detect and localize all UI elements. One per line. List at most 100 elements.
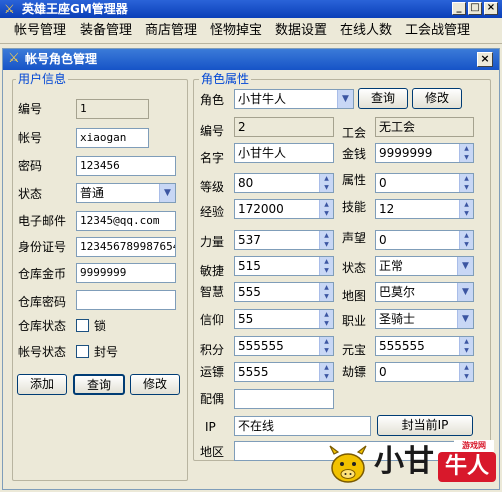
agility-label: 敏捷 — [200, 264, 225, 278]
role-query-button[interactable]: 查询 — [358, 88, 408, 109]
attribute-value: 0 — [379, 176, 387, 190]
spin-arrows-icon[interactable]: ▲ ▼ — [319, 174, 333, 192]
menu-equipment[interactable]: 装备管理 — [80, 23, 132, 39]
spin-arrows-icon[interactable]: ▲ ▼ — [319, 310, 333, 328]
guild-field: 无工会 — [375, 117, 474, 137]
spin-arrows-icon[interactable]: ▲ ▼ — [319, 337, 333, 355]
spin-arrows-icon[interactable]: ▲ ▼ — [459, 144, 473, 162]
menu-account[interactable]: 帐号管理 — [14, 23, 66, 39]
watermark-text-1: 小甘 — [374, 444, 434, 479]
spin-arrows-icon[interactable]: ▲ ▼ — [319, 363, 333, 381]
account-ban-checkbox[interactable] — [76, 345, 89, 358]
child-titlebar: ⚔ 帐号角色管理 × — [3, 49, 499, 70]
bank-gold-label: 仓库金币 — [18, 267, 67, 281]
map-select[interactable]: 巴莫尔 ▼ — [375, 282, 474, 302]
idcard-input[interactable]: 123456789987654321 — [76, 237, 176, 257]
exp-spinner[interactable]: 172000 ▲ ▼ — [234, 199, 334, 219]
map-label: 地图 — [342, 289, 367, 303]
strength-spinner[interactable]: 537 ▲ ▼ — [234, 230, 334, 250]
child-close-button[interactable]: × — [477, 52, 493, 67]
email-label: 电子邮件 — [18, 214, 67, 228]
chevron-down-icon[interactable]: ▼ — [457, 257, 473, 275]
bank-state-label: 仓库状态 — [18, 319, 67, 333]
skill-spinner[interactable]: 12 ▲ ▼ — [375, 199, 474, 219]
chevron-down-icon[interactable]: ▼ — [159, 184, 175, 202]
user-info-legend: 用户信息 — [16, 72, 69, 86]
skill-value: 12 — [379, 202, 395, 216]
user-modify-button[interactable]: 修改 — [130, 374, 180, 395]
spin-arrows-icon[interactable]: ▲ ▼ — [319, 283, 333, 301]
faith-spinner[interactable]: 55 ▲ ▼ — [234, 309, 334, 329]
wisdom-spinner[interactable]: 555 ▲ ▼ — [234, 282, 334, 302]
spin-arrows-icon[interactable]: ▲ ▼ — [459, 174, 473, 192]
bank-password-input[interactable] — [76, 290, 176, 310]
rob-escort-value: 0 — [379, 365, 387, 379]
faith-label: 信仰 — [200, 313, 225, 327]
menu-online-count[interactable]: 在线人数 — [340, 23, 392, 39]
level-value: 80 — [238, 176, 254, 190]
spin-arrows-icon[interactable]: ▲ ▼ — [319, 257, 333, 275]
menu-shop[interactable]: 商店管理 — [145, 23, 197, 39]
spin-arrows-icon[interactable]: ▲ ▼ — [319, 200, 333, 218]
app-title: 英雄王座GM管理器 — [22, 2, 128, 16]
role-select[interactable]: 小甘牛人 ▼ — [234, 89, 354, 109]
chevron-down-icon[interactable]: ▼ — [457, 310, 473, 328]
account-input[interactable]: xiaogan — [76, 128, 149, 148]
level-spinner[interactable]: 80 ▲ ▼ — [234, 173, 334, 193]
menu-data-settings[interactable]: 数据设置 — [275, 23, 327, 39]
menu-guild-war[interactable]: 工会战管理 — [405, 23, 470, 39]
ingot-value: 555555 — [379, 339, 425, 353]
role-name-input[interactable]: 小甘牛人 — [234, 143, 334, 163]
rob-escort-spinner[interactable]: 0 ▲ ▼ — [375, 362, 474, 382]
chevron-down-icon[interactable]: ▼ — [337, 90, 353, 108]
password-label: 密码 — [18, 159, 43, 173]
escort-spinner[interactable]: 5555 ▲ ▼ — [234, 362, 334, 382]
minimize-button[interactable]: _ — [452, 2, 466, 15]
spouse-label: 配偶 — [200, 392, 225, 406]
money-spinner[interactable]: 9999999 ▲ ▼ — [375, 143, 474, 163]
class-select[interactable]: 圣骑士 ▼ — [375, 309, 474, 329]
points-spinner[interactable]: 555555 ▲ ▼ — [234, 336, 334, 356]
wisdom-label: 智慧 — [200, 285, 225, 299]
spin-arrows-icon[interactable]: ▲ ▼ — [459, 337, 473, 355]
attribute-spinner[interactable]: 0 ▲ ▼ — [375, 173, 474, 193]
bank-gold-input[interactable]: 9999999 — [76, 263, 176, 283]
swords-icon: ⚔ — [8, 51, 20, 66]
password-input[interactable]: 123456 — [76, 156, 176, 176]
agility-spinner[interactable]: 515 ▲ ▼ — [234, 256, 334, 276]
class-value: 圣骑士 — [379, 312, 416, 326]
swords-icon: ⚔ — [4, 2, 15, 16]
account-ban-label: 封号 — [94, 345, 119, 359]
menu-bar: 帐号管理 装备管理 商店管理 怪物掉宝 数据设置 在线人数 工会战管理 — [0, 18, 502, 44]
ban-ip-button[interactable]: 封当前IP — [377, 415, 473, 436]
email-input[interactable]: 12345@qq.com — [76, 211, 176, 231]
agility-value: 515 — [238, 259, 261, 273]
spin-arrows-icon[interactable]: ▲ ▼ — [319, 231, 333, 249]
maximize-button[interactable]: □ — [468, 2, 482, 15]
spouse-input[interactable] — [234, 389, 334, 409]
watermark-text-2: 牛人 — [438, 452, 496, 482]
user-query-button[interactable]: 查询 — [73, 374, 125, 395]
faith-value: 55 — [238, 312, 254, 326]
spin-arrows-icon[interactable]: ▲ ▼ — [459, 200, 473, 218]
spin-arrows-icon[interactable]: ▲ ▼ — [459, 363, 473, 381]
role-value: 小甘牛人 — [238, 92, 287, 106]
exp-value: 172000 — [238, 202, 284, 216]
ingot-spinner[interactable]: 555555 ▲ ▼ — [375, 336, 474, 356]
close-button[interactable]: × — [484, 2, 498, 15]
ip-input[interactable]: 不在线 — [234, 416, 371, 436]
reputation-spinner[interactable]: 0 ▲ ▼ — [375, 230, 474, 250]
reputation-value: 0 — [379, 233, 387, 247]
status-select[interactable]: 普通 ▼ — [76, 183, 176, 203]
spin-arrows-icon[interactable]: ▲ ▼ — [459, 231, 473, 249]
role-modify-button[interactable]: 修改 — [412, 88, 462, 109]
region-label: 地区 — [200, 445, 225, 459]
money-label: 金钱 — [342, 147, 367, 161]
bank-lock-checkbox[interactable] — [76, 319, 89, 332]
rob-escort-label: 劫镖 — [342, 365, 367, 379]
add-button[interactable]: 添加 — [17, 374, 67, 395]
chevron-down-icon[interactable]: ▼ — [457, 283, 473, 301]
role-status-select[interactable]: 正常 ▼ — [375, 256, 474, 276]
menu-monster-drop[interactable]: 怪物掉宝 — [210, 23, 262, 39]
escort-label: 运镖 — [200, 365, 225, 379]
